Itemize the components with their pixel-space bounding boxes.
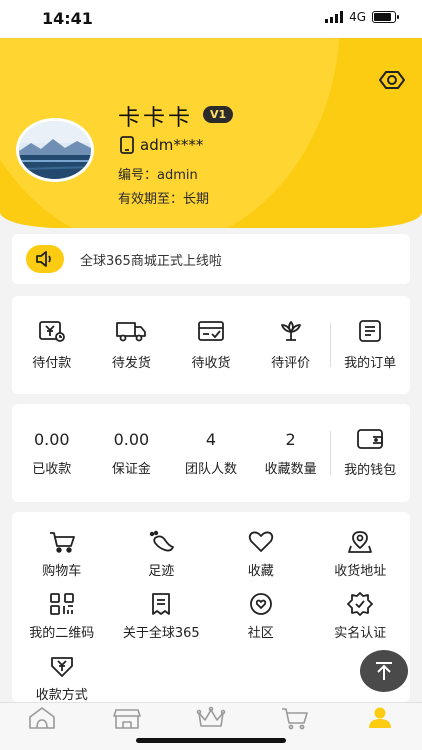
stat-value: 0.00 [33, 429, 70, 449]
tool-verification[interactable]: 实名认证 [311, 592, 411, 648]
arrow-up-icon [373, 660, 395, 682]
stat-value: 4 [205, 429, 217, 449]
order-label: 待付款 [32, 356, 72, 371]
flower-icon [278, 319, 304, 343]
notice-text: 全球365商城正式上线啦 [80, 253, 222, 269]
tool-qrcode[interactable]: 我的二维码 [12, 592, 112, 648]
tool-footprint[interactable]: 足迹 [112, 530, 212, 586]
user-icon [365, 706, 395, 730]
home-icon [27, 706, 57, 730]
home-indicator [136, 738, 286, 743]
order-label: 我的订单 [344, 356, 397, 371]
qrcode-icon [49, 592, 75, 616]
community-icon [248, 592, 274, 616]
order-pending-payment[interactable]: 待付款 [12, 296, 92, 394]
cart-icon [280, 706, 310, 730]
order-pending-shipment[interactable]: 待发货 [92, 296, 172, 394]
footprint-icon [147, 530, 175, 554]
profile-header: 卡卡卡 V1 adm**** 编号：admin 有效期至：长期 [0, 38, 422, 228]
account-text: adm**** [140, 136, 204, 154]
order-pending-receipt[interactable]: 待收货 [171, 296, 251, 394]
tool-address[interactable]: 收货地址 [311, 530, 411, 586]
yen-shield-icon [49, 654, 75, 678]
stat-value: 0.00 [113, 429, 150, 449]
wallet-icon [356, 428, 384, 450]
tool-label: 关于全球365 [122, 626, 200, 641]
phone-icon [120, 136, 134, 154]
status-time: 14:41 [42, 9, 93, 28]
tab-mine[interactable] [338, 703, 422, 750]
tool-favorites[interactable]: 收藏 [211, 530, 311, 586]
tool-label: 收藏 [247, 564, 274, 579]
stat-label: 保证金 [111, 461, 151, 477]
settings-icon[interactable] [378, 66, 406, 94]
signal-icon [325, 11, 344, 23]
tool-label: 收款方式 [35, 688, 88, 703]
wallet-panel: 0.00 已收款 0.00 保证金 4 团队人数 2 收藏数量 我的钱包 [12, 404, 410, 502]
speaker-icon [26, 245, 64, 273]
wallet-label: 我的钱包 [344, 463, 397, 478]
tool-label: 足迹 [148, 564, 175, 579]
tool-cart[interactable]: 购物车 [12, 530, 112, 586]
tool-community[interactable]: 社区 [211, 592, 311, 648]
stat-label: 团队人数 [184, 461, 237, 477]
store-icon [112, 706, 142, 730]
tool-label: 购物车 [42, 564, 82, 579]
stat-deposit[interactable]: 0.00 保证金 [92, 404, 172, 502]
order-label: 待发货 [111, 356, 151, 371]
card-check-icon [197, 319, 225, 343]
order-list-icon [358, 319, 382, 343]
stat-label: 收藏数量 [264, 461, 317, 477]
tool-label: 我的二维码 [29, 626, 95, 641]
stat-label: 已收款 [32, 461, 72, 477]
order-label: 待评价 [271, 356, 311, 371]
order-pending-review[interactable]: 待评价 [251, 296, 331, 394]
verified-badge-icon [347, 592, 374, 616]
status-bar: 14:41 4G [0, 0, 422, 38]
tools-panel: 购物车 足迹 收藏 收货地址 我的二维码 关于全球365 社区 实名认证 收款方… [12, 512, 411, 703]
member-id: 编号：admin [118, 168, 198, 183]
truck-icon [115, 319, 147, 343]
avatar[interactable] [16, 118, 94, 182]
my-wallet[interactable]: 我的钱包 [330, 404, 410, 502]
location-icon [346, 530, 374, 554]
stat-favorites-count[interactable]: 2 收藏数量 [251, 404, 331, 502]
tool-label: 社区 [247, 626, 274, 641]
tab-home[interactable] [0, 703, 84, 750]
heart-icon [247, 530, 275, 554]
crown-icon [196, 706, 226, 730]
my-orders[interactable]: 我的订单 [330, 296, 410, 394]
notice-bar[interactable]: 全球365商城正式上线啦 [12, 234, 410, 284]
validity: 有效期至：长期 [118, 192, 210, 207]
wallet-yen-icon [38, 319, 66, 343]
tool-about[interactable]: 关于全球365 [112, 592, 212, 648]
profile-name: 卡卡卡 [118, 106, 194, 131]
stat-received[interactable]: 0.00 已收款 [12, 404, 92, 502]
scroll-to-top-button[interactable] [360, 650, 408, 692]
order-label: 待收货 [191, 356, 231, 371]
document-icon [149, 592, 173, 616]
network-label: 4G [349, 10, 366, 24]
battery-icon [372, 11, 399, 23]
account-row: adm**** [120, 136, 203, 154]
cart-icon [48, 530, 76, 554]
level-badge: V1 [203, 106, 234, 123]
stat-value: 2 [285, 429, 296, 449]
status-indicators: 4G [325, 10, 399, 24]
tool-label: 实名认证 [334, 626, 387, 641]
tool-label: 收货地址 [334, 564, 387, 579]
stat-team-size[interactable]: 4 团队人数 [171, 404, 251, 502]
orders-panel: 待付款 待发货 待收货 待评价 我的订单 [12, 296, 410, 394]
